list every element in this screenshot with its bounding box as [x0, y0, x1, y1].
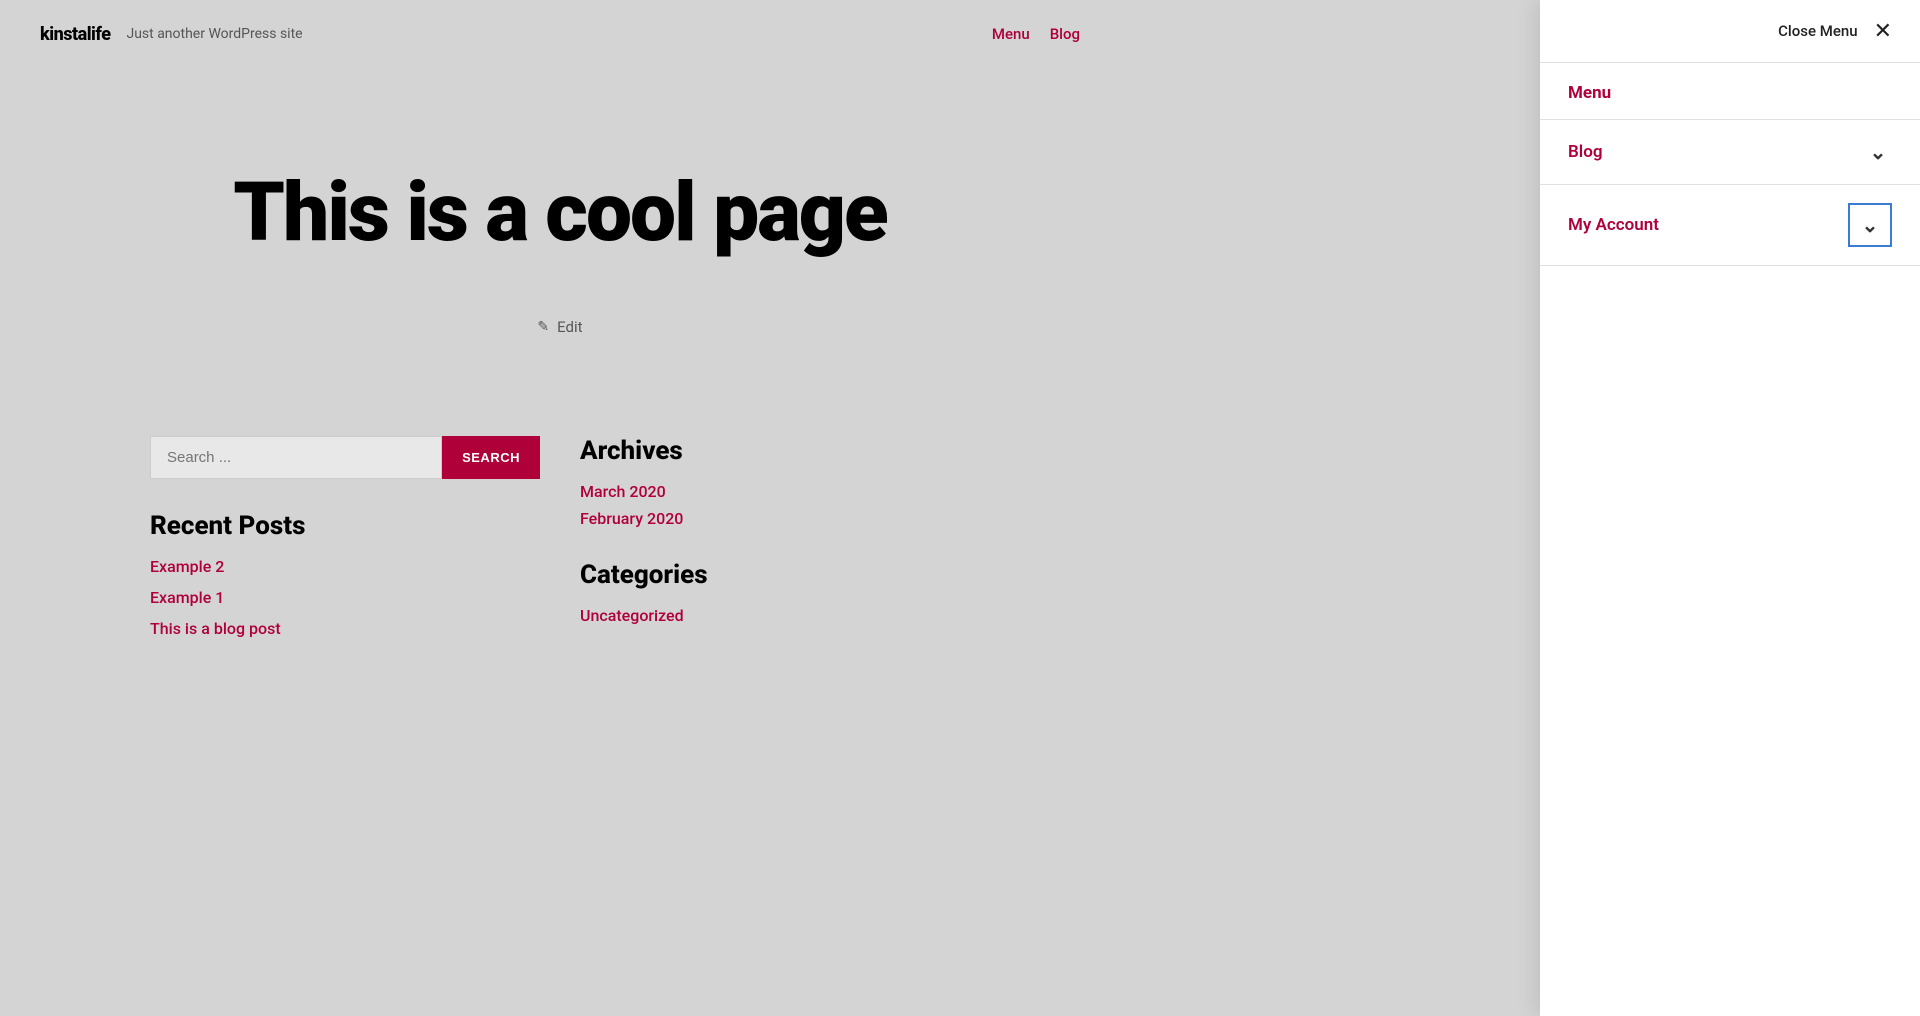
categories-widget: Categories Uncategorized: [580, 560, 970, 625]
list-item: Example 1: [150, 588, 540, 607]
close-menu-button[interactable]: ✕: [1874, 20, 1892, 42]
site-header: kinstalife Just another WordPress site M…: [0, 0, 1120, 68]
recent-posts-list: Example 2 Example 1 This is a blog post: [150, 557, 540, 638]
categories-list: Uncategorized: [580, 606, 970, 625]
menu-section-label: Menu: [1540, 63, 1920, 120]
header-nav: Menu Blog: [992, 25, 1080, 43]
recent-posts-widget: Recent Posts Example 2 Example 1 This is…: [150, 511, 540, 638]
menu-blog-label: Blog: [1568, 142, 1603, 162]
side-menu: Close Menu ✕ Menu Blog My Account: [1540, 0, 1920, 1016]
search-button[interactable]: SEARCH: [442, 436, 540, 479]
close-menu-label: Close Menu: [1778, 22, 1857, 40]
search-input[interactable]: [150, 436, 442, 479]
main-content: This is a cool page ✎ Edit SEARCH Recent…: [0, 0, 1120, 1016]
right-column: Archives March 2020 February 2020 Catego…: [580, 436, 970, 638]
nav-menu-link[interactable]: Menu: [992, 25, 1030, 43]
menu-item-blog[interactable]: Blog: [1540, 120, 1920, 185]
site-tagline: Just another WordPress site: [126, 26, 302, 42]
page-title: This is a cool page: [233, 168, 886, 258]
list-item: Uncategorized: [580, 606, 970, 625]
categories-title: Categories: [580, 560, 970, 590]
archive-february-2020[interactable]: February 2020: [580, 509, 683, 528]
left-column: SEARCH Recent Posts Example 2 Example 1 …: [150, 436, 540, 638]
menu-myaccount-label: My Account: [1568, 215, 1659, 235]
list-item: February 2020: [580, 509, 970, 528]
edit-link[interactable]: ✎ Edit: [537, 318, 582, 336]
archive-march-2020[interactable]: March 2020: [580, 482, 666, 501]
edit-label: Edit: [557, 318, 582, 336]
blog-chevron-icon[interactable]: [1864, 138, 1892, 166]
side-menu-nav: Menu Blog My Account: [1540, 63, 1920, 266]
side-menu-header: Close Menu ✕: [1540, 0, 1920, 63]
archives-title: Archives: [580, 436, 970, 466]
category-uncategorized[interactable]: Uncategorized: [580, 606, 684, 625]
site-name: kinstalife: [40, 24, 110, 45]
list-item: This is a blog post: [150, 619, 540, 638]
myaccount-chevron-icon[interactable]: [1848, 203, 1892, 247]
header-left: kinstalife Just another WordPress site: [40, 24, 303, 45]
edit-section: ✎ Edit: [0, 318, 1120, 396]
archives-widget: Archives March 2020 February 2020: [580, 436, 970, 528]
bottom-content: SEARCH Recent Posts Example 2 Example 1 …: [110, 396, 1010, 698]
recent-post-example2[interactable]: Example 2: [150, 557, 224, 576]
nav-blog-link[interactable]: Blog: [1050, 25, 1080, 43]
list-item: March 2020: [580, 482, 970, 501]
recent-posts-title: Recent Posts: [150, 511, 540, 541]
archives-list: March 2020 February 2020: [580, 482, 970, 528]
recent-post-example1[interactable]: Example 1: [150, 588, 224, 607]
hero-section: This is a cool page: [0, 68, 1120, 318]
menu-item-my-account[interactable]: My Account: [1540, 185, 1920, 266]
edit-icon: ✎: [537, 319, 549, 335]
recent-post-blog[interactable]: This is a blog post: [150, 619, 281, 638]
search-widget: SEARCH: [150, 436, 540, 479]
list-item: Example 2: [150, 557, 540, 576]
